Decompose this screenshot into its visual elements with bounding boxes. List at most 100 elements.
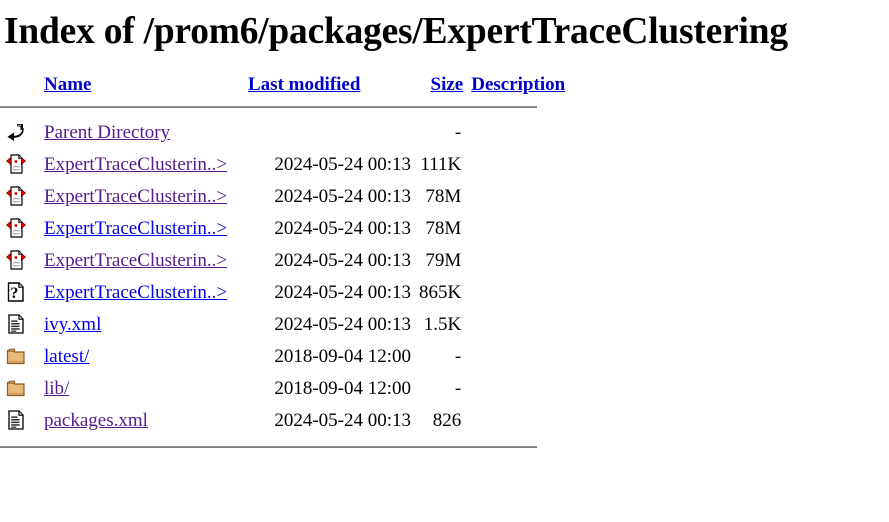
row-last-modified-cell: 2024-05-24 00:13 — [274, 249, 411, 271]
file-link[interactable]: ExpertTraceClusterin..> — [44, 218, 227, 239]
header-separator-row — [0, 103, 581, 117]
row-icon-cell: ? — [0, 277, 38, 309]
row-name-cell: packages.xml — [38, 405, 244, 437]
table-row: ivy.xml 2024-05-24 00:13 1.5K — [0, 309, 581, 341]
unknown-file-icon: ? — [6, 281, 26, 303]
row-description-cell — [463, 149, 581, 181]
row-name-cell: ExpertTraceClusterin..> — [38, 245, 244, 277]
row-name-cell: ExpertTraceClusterin..> — [38, 149, 244, 181]
row-description-cell — [463, 373, 581, 405]
row-description-cell — [463, 309, 581, 341]
row-last-modified-cell: 2018-09-04 12:00 — [274, 345, 411, 367]
compressed-archive-icon — [6, 153, 26, 175]
compressed-archive-icon — [6, 185, 26, 207]
row-description-cell — [463, 181, 581, 213]
row-last-modified-cell: 2018-09-04 12:00 — [274, 377, 411, 399]
text-document-icon — [6, 313, 26, 335]
row-name-cell: ivy.xml — [38, 309, 244, 341]
row-last-modified-cell: 2024-05-24 00:13 — [274, 281, 411, 303]
row-description-cell — [463, 117, 581, 149]
header-separator-cell — [0, 103, 581, 117]
file-link[interactable]: latest/ — [44, 346, 89, 367]
row-last-modified-cell: 2024-05-24 00:13 — [274, 153, 411, 175]
row-size-cell: 78M — [425, 185, 462, 207]
row-icon-cell — [0, 117, 38, 149]
row-description-cell — [463, 245, 581, 277]
horizontal-rule-top — [0, 105, 537, 108]
table-row: ExpertTraceClusterin..> 2024-05-24 00:13 7… — [0, 245, 581, 277]
row-size-cell: - — [454, 345, 462, 367]
sort-by-size-link[interactable]: Size — [431, 74, 464, 95]
text-document-icon — [6, 409, 26, 431]
table-row: ExpertTraceClusterin..> 2024-05-24 00:13 1… — [0, 149, 581, 181]
row-size-cell: 865K — [419, 281, 462, 303]
row-size-cell: - — [454, 377, 462, 399]
row-size-cell: 1.5K — [423, 313, 462, 335]
row-icon-cell — [0, 213, 38, 245]
row-description-cell — [463, 277, 581, 309]
footer-separator-row — [0, 437, 581, 448]
directory-listing: Name Last modified Size Description Pare… — [0, 74, 889, 448]
row-name-cell: ExpertTraceClusterin..> — [38, 277, 244, 309]
sort-by-last-modified-link[interactable]: Last modified — [248, 74, 360, 95]
row-size-cell: 79M — [425, 249, 462, 271]
row-last-modified-cell: 2024-05-24 00:13 — [274, 409, 411, 431]
row-icon-cell — [0, 309, 38, 341]
horizontal-rule-bottom — [0, 445, 537, 448]
row-icon-cell — [0, 149, 38, 181]
table-body: Parent Directory - ExpertTraceClusterin..>… — [0, 117, 581, 437]
row-last-modified-cell: 2024-05-24 00:13 — [274, 217, 411, 239]
footer-separator-cell — [0, 437, 581, 448]
header-size-cell: Size — [413, 74, 464, 103]
row-size-cell: - — [454, 121, 462, 143]
table-row: lib/2018-09-04 12:00 - — [0, 373, 581, 405]
row-name-cell: lib/ — [38, 373, 244, 405]
row-description-cell — [463, 405, 581, 437]
row-name-cell: Parent Directory — [38, 117, 244, 149]
file-link[interactable]: lib/ — [44, 378, 69, 399]
compressed-archive-icon — [6, 217, 26, 239]
table-row: Parent Directory - — [0, 117, 581, 149]
row-size-cell: 78M — [425, 217, 462, 239]
row-name-cell: latest/ — [38, 341, 244, 373]
table-header-row: Name Last modified Size Description — [0, 74, 581, 103]
header-last-modified-cell: Last modified — [244, 74, 413, 103]
file-link[interactable]: ExpertTraceClusterin..> — [44, 282, 227, 303]
file-link[interactable]: ExpertTraceClusterin..> — [44, 186, 227, 207]
page-title: Index of /prom6/packages/ExpertTraceClus… — [4, 10, 788, 52]
svg-text:?: ? — [10, 285, 18, 302]
row-icon-cell — [0, 181, 38, 213]
compressed-archive-icon — [6, 249, 26, 271]
row-name-cell: ExpertTraceClusterin..> — [38, 181, 244, 213]
row-description-cell — [463, 213, 581, 245]
row-icon-cell — [0, 245, 38, 277]
file-link[interactable]: ExpertTraceClusterin..> — [44, 154, 227, 175]
row-last-modified-cell: 2024-05-24 00:13 — [274, 185, 411, 207]
sort-by-name-link[interactable]: Name — [44, 74, 91, 95]
row-last-modified-cell: 2024-05-24 00:13 — [274, 313, 411, 335]
row-size-cell: 826 — [432, 409, 462, 431]
table-row: ExpertTraceClusterin..> 2024-05-24 00:13 7… — [0, 181, 581, 213]
parent-directory-icon — [6, 121, 26, 143]
row-icon-cell — [0, 341, 38, 373]
folder-icon — [6, 377, 26, 399]
table-row: ExpertTraceClusterin..> 2024-05-24 00:13 7… — [0, 213, 581, 245]
header-description-cell: Description — [463, 74, 581, 103]
file-link[interactable]: ExpertTraceClusterin..> — [44, 250, 227, 271]
header-name-cell: Name — [38, 74, 244, 103]
table-row: latest/2018-09-04 12:00 - — [0, 341, 581, 373]
table-row: ? ExpertTraceClusterin..> 2024-05-24 00:13… — [0, 277, 581, 309]
directory-index-table: Name Last modified Size Description Pare… — [0, 74, 581, 448]
row-description-cell — [463, 341, 581, 373]
sort-by-description-link[interactable]: Description — [471, 74, 565, 95]
file-link[interactable]: ivy.xml — [44, 314, 101, 335]
file-link[interactable]: Parent Directory — [44, 122, 170, 143]
folder-icon — [6, 345, 26, 367]
row-last-modified-cell — [244, 117, 413, 149]
row-name-cell: ExpertTraceClusterin..> — [38, 213, 244, 245]
row-size-cell: 111K — [420, 153, 462, 175]
table-row: packages.xml 2024-05-24 00:13 826 — [0, 405, 581, 437]
row-icon-cell — [0, 373, 38, 405]
row-icon-cell — [0, 405, 38, 437]
file-link[interactable]: packages.xml — [44, 410, 148, 431]
